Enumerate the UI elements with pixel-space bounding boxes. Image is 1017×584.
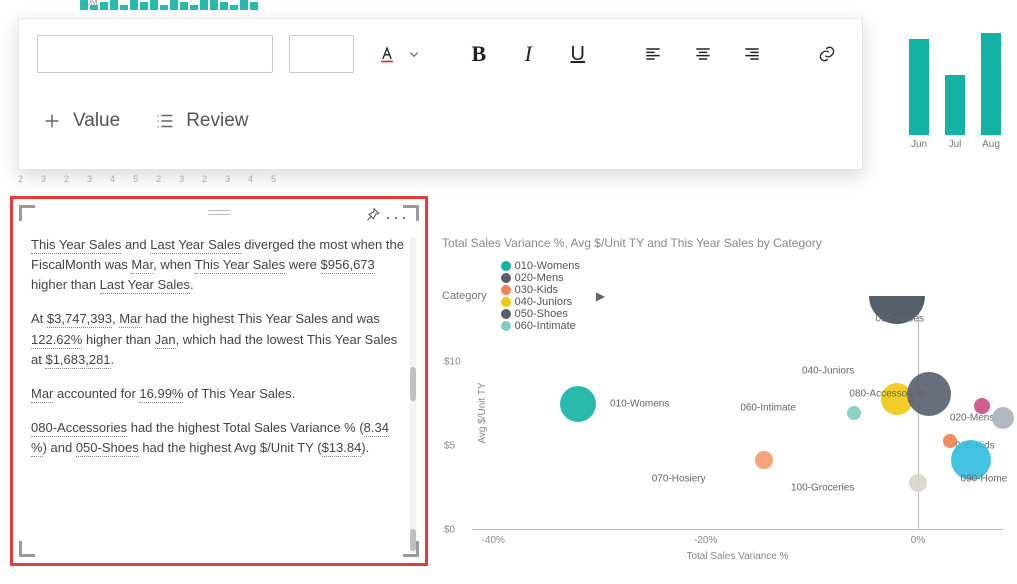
plus-icon <box>41 110 63 132</box>
data-point[interactable] <box>974 398 990 414</box>
scrollbar[interactable] <box>410 237 416 553</box>
add-value-button[interactable]: Value <box>41 110 120 132</box>
narrative-visual-selected[interactable]: ··· This Year Sales and Last Year Sales … <box>10 196 428 566</box>
x-axis <box>472 529 1003 530</box>
data-point[interactable] <box>847 406 861 420</box>
data-point[interactable] <box>755 451 773 469</box>
align-left-button[interactable] <box>636 37 669 71</box>
review-button[interactable]: Review <box>154 110 248 132</box>
y-axis-label: Avg $/Unit TY <box>477 382 488 443</box>
drag-handle-icon[interactable] <box>208 210 230 216</box>
chart-title: Total Sales Variance %, Avg $/Unit TY an… <box>442 236 1007 250</box>
underline-button[interactable]: U <box>561 37 594 71</box>
bold-button[interactable]: B <box>462 37 495 71</box>
text-format-toolbar: B I U Value Review <box>18 18 863 170</box>
scatter-chart[interactable]: Total Sales Variance %, Avg $/Unit TY an… <box>442 236 1007 568</box>
background-bars <box>80 0 258 10</box>
legend-item[interactable]: 010-Womens <box>501 260 580 272</box>
x-axis-label: Total Sales Variance % <box>472 551 1003 562</box>
align-center-button[interactable] <box>686 37 719 71</box>
resize-handle[interactable] <box>19 541 35 557</box>
font-family-select[interactable] <box>37 35 273 73</box>
data-point[interactable] <box>560 386 596 422</box>
review-label: Review <box>186 110 248 132</box>
pin-button[interactable] <box>363 206 381 229</box>
link-button[interactable] <box>811 37 844 71</box>
right-bars: JunJulAug <box>909 40 1001 150</box>
data-point[interactable] <box>909 474 927 492</box>
legend-item[interactable]: 030-Kids <box>501 284 580 296</box>
chevron-down-icon <box>408 48 420 60</box>
font-size-select[interactable] <box>289 35 354 73</box>
axis-ticks: 232345232345 <box>18 174 276 184</box>
data-point[interactable] <box>992 407 1014 429</box>
align-right-button[interactable] <box>735 37 768 71</box>
legend-item[interactable]: 020-Mens <box>501 272 580 284</box>
more-options-button[interactable]: ··· <box>385 207 409 228</box>
list-icon <box>154 110 176 132</box>
font-color-button[interactable] <box>370 37 420 71</box>
narrative-text[interactable]: This Year Sales and Last Year Sales dive… <box>15 229 423 549</box>
add-value-label: Value <box>73 110 120 132</box>
italic-button[interactable]: I <box>512 37 545 71</box>
